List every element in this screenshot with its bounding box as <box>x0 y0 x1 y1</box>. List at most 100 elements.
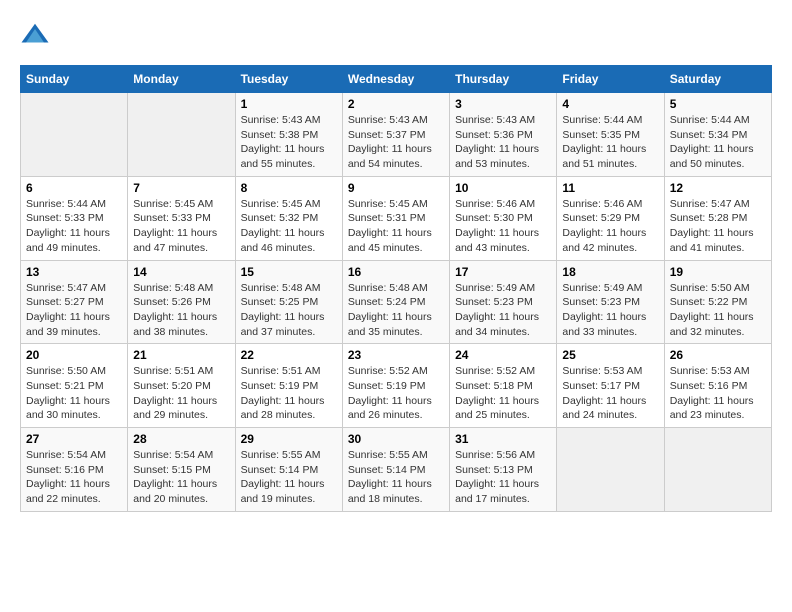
calendar-cell: 11 Sunrise: 5:46 AMSunset: 5:29 PMDayligh… <box>557 176 664 260</box>
calendar-cell <box>21 93 128 177</box>
day-number: 21 <box>133 348 229 362</box>
col-header-saturday: Saturday <box>664 66 771 93</box>
calendar-cell: 31Sunrise: 5:56 AMSunset: 5:13 PMDayligh… <box>450 428 557 512</box>
day-number: 8 <box>241 181 337 195</box>
cell-content: Sunrise: 5:45 AMSunset: 5:31 PMDaylight:… <box>348 197 444 256</box>
day-number: 22 <box>241 348 337 362</box>
calendar-cell: 29 Sunrise: 5:55 AMSunset: 5:14 PMDayligh… <box>235 428 342 512</box>
cell-content: Sunrise: 5:47 AMSunset: 5:28 PMDaylight:… <box>670 197 766 256</box>
calendar-cell: 4 Sunrise: 5:44 AMSunset: 5:35 PMDaylight… <box>557 93 664 177</box>
calendar-cell: 7 Sunrise: 5:45 AMSunset: 5:33 PMDaylight… <box>128 176 235 260</box>
day-number: 19 <box>670 265 766 279</box>
col-header-thursday: Thursday <box>450 66 557 93</box>
week-row-3: 13 Sunrise: 5:47 AMSunset: 5:27 PMDayligh… <box>21 260 772 344</box>
cell-content: Sunrise: 5:49 AMSunset: 5:23 PMDaylight:… <box>562 281 658 340</box>
cell-content: Sunrise: 5:51 AMSunset: 5:20 PMDaylight:… <box>133 364 229 423</box>
calendar-cell: 19 Sunrise: 5:50 AMSunset: 5:22 PMDayligh… <box>664 260 771 344</box>
calendar-cell: 5Sunrise: 5:44 AMSunset: 5:34 PMDaylight… <box>664 93 771 177</box>
cell-content: Sunrise: 5:52 AMSunset: 5:18 PMDaylight:… <box>455 364 551 423</box>
day-number: 17 <box>455 265 551 279</box>
calendar-cell: 18 Sunrise: 5:49 AMSunset: 5:23 PMDayligh… <box>557 260 664 344</box>
day-number: 2 <box>348 97 444 111</box>
calendar-cell: 25Sunrise: 5:53 AMSunset: 5:17 PMDayligh… <box>557 344 664 428</box>
day-number: 24 <box>455 348 551 362</box>
day-number: 1 <box>241 97 337 111</box>
cell-content: Sunrise: 5:50 AMSunset: 5:22 PMDaylight:… <box>670 281 766 340</box>
col-header-friday: Friday <box>557 66 664 93</box>
cell-content: Sunrise: 5:44 AMSunset: 5:34 PMDaylight:… <box>670 113 766 172</box>
day-number: 23 <box>348 348 444 362</box>
logo <box>20 20 54 50</box>
col-header-monday: Monday <box>128 66 235 93</box>
cell-content: Sunrise: 5:46 AMSunset: 5:30 PMDaylight:… <box>455 197 551 256</box>
calendar-cell: 30 Sunrise: 5:55 AMSunset: 5:14 PMDayligh… <box>342 428 449 512</box>
col-header-sunday: Sunday <box>21 66 128 93</box>
day-number: 14 <box>133 265 229 279</box>
cell-content: Sunrise: 5:55 AMSunset: 5:14 PMDaylight:… <box>348 448 444 507</box>
day-number: 18 <box>562 265 658 279</box>
cell-content: Sunrise: 5:44 AMSunset: 5:33 PMDaylight:… <box>26 197 122 256</box>
cell-content: Sunrise: 5:45 AMSunset: 5:32 PMDaylight:… <box>241 197 337 256</box>
calendar-cell: 20Sunrise: 5:50 AMSunset: 5:21 PMDayligh… <box>21 344 128 428</box>
col-header-tuesday: Tuesday <box>235 66 342 93</box>
calendar-cell: 13 Sunrise: 5:47 AMSunset: 5:27 PMDayligh… <box>21 260 128 344</box>
calendar-cell: 23 Sunrise: 5:52 AMSunset: 5:19 PMDayligh… <box>342 344 449 428</box>
calendar-cell: 17 Sunrise: 5:49 AMSunset: 5:23 PMDayligh… <box>450 260 557 344</box>
calendar-table: SundayMondayTuesdayWednesdayThursdayFrid… <box>20 65 772 512</box>
calendar-cell: 3Sunrise: 5:43 AMSunset: 5:36 PMDaylight… <box>450 93 557 177</box>
day-number: 27 <box>26 432 122 446</box>
day-number: 28 <box>133 432 229 446</box>
cell-content: Sunrise: 5:51 AMSunset: 5:19 PMDaylight:… <box>241 364 337 423</box>
cell-content: Sunrise: 5:54 AMSunset: 5:15 PMDaylight:… <box>133 448 229 507</box>
calendar-cell: 26 Sunrise: 5:53 AMSunset: 5:16 PMDayligh… <box>664 344 771 428</box>
cell-content: Sunrise: 5:45 AMSunset: 5:33 PMDaylight:… <box>133 197 229 256</box>
calendar-cell: 10Sunrise: 5:46 AMSunset: 5:30 PMDayligh… <box>450 176 557 260</box>
day-number: 3 <box>455 97 551 111</box>
cell-content: Sunrise: 5:49 AMSunset: 5:23 PMDaylight:… <box>455 281 551 340</box>
calendar-cell: 22 Sunrise: 5:51 AMSunset: 5:19 PMDayligh… <box>235 344 342 428</box>
day-number: 6 <box>26 181 122 195</box>
day-number: 20 <box>26 348 122 362</box>
cell-content: Sunrise: 5:47 AMSunset: 5:27 PMDaylight:… <box>26 281 122 340</box>
calendar-cell: 9 Sunrise: 5:45 AMSunset: 5:31 PMDaylight… <box>342 176 449 260</box>
calendar-cell: 21 Sunrise: 5:51 AMSunset: 5:20 PMDayligh… <box>128 344 235 428</box>
week-row-4: 20Sunrise: 5:50 AMSunset: 5:21 PMDayligh… <box>21 344 772 428</box>
day-number: 13 <box>26 265 122 279</box>
calendar-cell: 8 Sunrise: 5:45 AMSunset: 5:32 PMDaylight… <box>235 176 342 260</box>
calendar-cell: 16Sunrise: 5:48 AMSunset: 5:24 PMDayligh… <box>342 260 449 344</box>
calendar-cell: 28 Sunrise: 5:54 AMSunset: 5:15 PMDayligh… <box>128 428 235 512</box>
week-row-5: 27Sunrise: 5:54 AMSunset: 5:16 PMDayligh… <box>21 428 772 512</box>
day-number: 26 <box>670 348 766 362</box>
cell-content: Sunrise: 5:52 AMSunset: 5:19 PMDaylight:… <box>348 364 444 423</box>
col-header-wednesday: Wednesday <box>342 66 449 93</box>
day-number: 29 <box>241 432 337 446</box>
cell-content: Sunrise: 5:48 AMSunset: 5:25 PMDaylight:… <box>241 281 337 340</box>
cell-content: Sunrise: 5:46 AMSunset: 5:29 PMDaylight:… <box>562 197 658 256</box>
calendar-cell: 2 Sunrise: 5:43 AMSunset: 5:37 PMDaylight… <box>342 93 449 177</box>
day-number: 30 <box>348 432 444 446</box>
day-number: 16 <box>348 265 444 279</box>
cell-content: Sunrise: 5:43 AMSunset: 5:37 PMDaylight:… <box>348 113 444 172</box>
cell-content: Sunrise: 5:43 AMSunset: 5:38 PMDaylight:… <box>241 113 337 172</box>
week-row-2: 6 Sunrise: 5:44 AMSunset: 5:33 PMDaylight… <box>21 176 772 260</box>
cell-content: Sunrise: 5:53 AMSunset: 5:16 PMDaylight:… <box>670 364 766 423</box>
cell-content: Sunrise: 5:44 AMSunset: 5:35 PMDaylight:… <box>562 113 658 172</box>
day-number: 15 <box>241 265 337 279</box>
calendar-cell <box>664 428 771 512</box>
day-number: 11 <box>562 181 658 195</box>
cell-content: Sunrise: 5:55 AMSunset: 5:14 PMDaylight:… <box>241 448 337 507</box>
cell-content: Sunrise: 5:48 AMSunset: 5:26 PMDaylight:… <box>133 281 229 340</box>
calendar-cell: 1 Sunrise: 5:43 AMSunset: 5:38 PMDaylight… <box>235 93 342 177</box>
calendar-cell: 12Sunrise: 5:47 AMSunset: 5:28 PMDayligh… <box>664 176 771 260</box>
day-number: 7 <box>133 181 229 195</box>
calendar-cell: 14 Sunrise: 5:48 AMSunset: 5:26 PMDayligh… <box>128 260 235 344</box>
calendar-cell <box>128 93 235 177</box>
calendar-cell: 15 Sunrise: 5:48 AMSunset: 5:25 PMDayligh… <box>235 260 342 344</box>
week-row-1: 1 Sunrise: 5:43 AMSunset: 5:38 PMDaylight… <box>21 93 772 177</box>
day-number: 4 <box>562 97 658 111</box>
calendar-cell: 27Sunrise: 5:54 AMSunset: 5:16 PMDayligh… <box>21 428 128 512</box>
cell-content: Sunrise: 5:56 AMSunset: 5:13 PMDaylight:… <box>455 448 551 507</box>
logo-icon <box>20 20 50 50</box>
calendar-cell: 24 Sunrise: 5:52 AMSunset: 5:18 PMDayligh… <box>450 344 557 428</box>
day-number: 9 <box>348 181 444 195</box>
